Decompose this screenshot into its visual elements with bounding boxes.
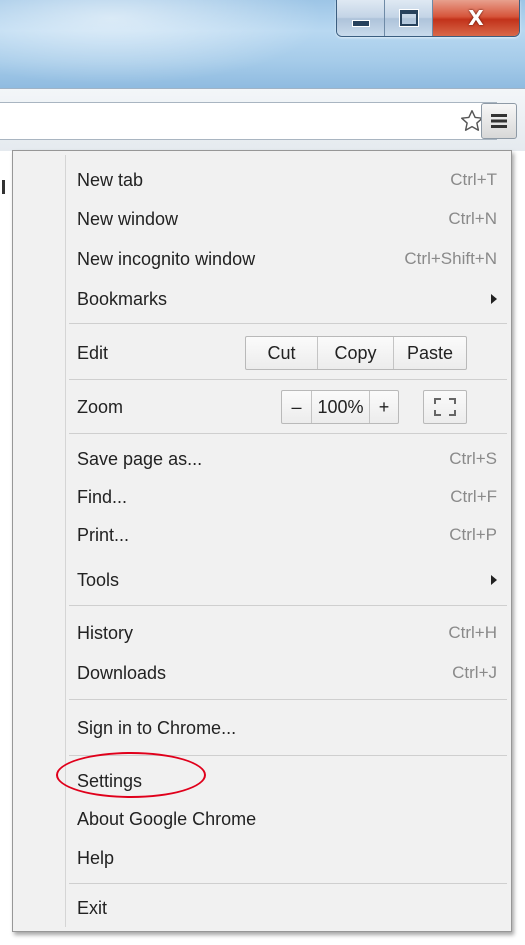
menu-item-shortcut: Ctrl+H (448, 623, 497, 642)
address-bar[interactable] (0, 102, 497, 140)
menu-item-new-window[interactable]: New window Ctrl+N (77, 199, 497, 239)
menu-item-label: Tools (77, 569, 120, 590)
menu-item-shortcut: Ctrl+P (449, 525, 497, 544)
menu-item-label: New incognito window (77, 248, 256, 269)
menu-gutter-divider (65, 155, 66, 927)
menu-item-shortcut: Ctrl+Shift+N (404, 249, 497, 268)
menu-item-shortcut: Ctrl+F (450, 487, 497, 506)
close-button[interactable]: X (433, 0, 519, 36)
menu-item-find[interactable]: Find... Ctrl+F (77, 477, 497, 517)
menu-item-label: History (77, 622, 134, 643)
menu-item-label: Zoom (77, 396, 124, 417)
menu-item-settings[interactable]: Settings (77, 761, 497, 801)
maximize-icon (398, 9, 419, 27)
maximize-button[interactable] (385, 0, 433, 36)
minimize-icon (351, 19, 370, 27)
menu-separator (69, 323, 507, 324)
page-edge-mark (2, 180, 5, 194)
menu-item-label: Bookmarks (77, 288, 168, 309)
submenu-arrow-icon (491, 575, 497, 585)
menu-item-label: Print... (77, 524, 130, 545)
titlebar-glow (0, 0, 340, 88)
zoom-out-button[interactable]: – (282, 391, 312, 423)
menu-item-exit[interactable]: Exit (77, 888, 497, 928)
browser-toolbar (0, 88, 525, 151)
menu-item-print[interactable]: Print... Ctrl+P (77, 515, 497, 555)
chrome-menu: New tab Ctrl+T New window Ctrl+N New inc… (12, 150, 512, 932)
hamburger-menu-icon[interactable] (481, 103, 517, 139)
menu-item-sign-in[interactable]: Sign in to Chrome... (77, 708, 497, 748)
menu-item-label: Exit (77, 897, 108, 918)
close-icon: X (468, 6, 484, 30)
menu-item-history[interactable]: History Ctrl+H (77, 613, 497, 653)
menu-item-label: Downloads (77, 662, 167, 683)
menu-item-new-incognito-window[interactable]: New incognito window Ctrl+Shift+N (77, 239, 497, 279)
menu-separator (69, 883, 507, 884)
menu-item-label: Sign in to Chrome... (77, 717, 237, 738)
window-titlebar: X (0, 0, 525, 88)
paste-button[interactable]: Paste (394, 337, 466, 369)
menu-separator (69, 605, 507, 606)
menu-item-label: Save page as... (77, 448, 203, 469)
menu-item-tools[interactable]: Tools (77, 560, 497, 600)
menu-separator (69, 699, 507, 700)
menu-item-shortcut: Ctrl+N (448, 209, 497, 228)
fullscreen-icon[interactable] (423, 390, 467, 424)
menu-separator (69, 433, 507, 434)
menu-item-help[interactable]: Help (77, 838, 497, 878)
menu-item-label: Help (77, 847, 115, 868)
menu-separator (69, 379, 507, 380)
menu-item-label: Edit (77, 342, 109, 363)
menu-item-new-tab[interactable]: New tab Ctrl+T (77, 160, 497, 200)
zoom-control: – 100% + (281, 390, 399, 424)
menu-item-label: Find... (77, 486, 128, 507)
submenu-arrow-icon (491, 294, 497, 304)
menu-item-shortcut: Ctrl+J (452, 663, 497, 682)
zoom-level: 100% (312, 391, 370, 423)
copy-button[interactable]: Copy (318, 337, 394, 369)
window-controls: X (336, 0, 520, 37)
minimize-button[interactable] (337, 0, 385, 36)
cut-button[interactable]: Cut (246, 337, 318, 369)
menu-item-shortcut: Ctrl+S (449, 449, 497, 468)
menu-item-label: New window (77, 208, 179, 229)
edit-button-group: Cut Copy Paste (245, 336, 467, 370)
menu-item-label: About Google Chrome (77, 808, 257, 829)
zoom-in-button[interactable]: + (370, 391, 398, 423)
menu-item-downloads[interactable]: Downloads Ctrl+J (77, 653, 497, 693)
menu-item-label: New tab (77, 169, 144, 190)
menu-separator (69, 755, 507, 756)
menu-item-bookmarks[interactable]: Bookmarks (77, 279, 497, 319)
menu-item-about-google-chrome[interactable]: About Google Chrome (77, 799, 497, 839)
menu-item-save-page-as[interactable]: Save page as... Ctrl+S (77, 439, 497, 479)
menu-item-label: Settings (77, 770, 143, 791)
menu-item-shortcut: Ctrl+T (450, 170, 497, 189)
